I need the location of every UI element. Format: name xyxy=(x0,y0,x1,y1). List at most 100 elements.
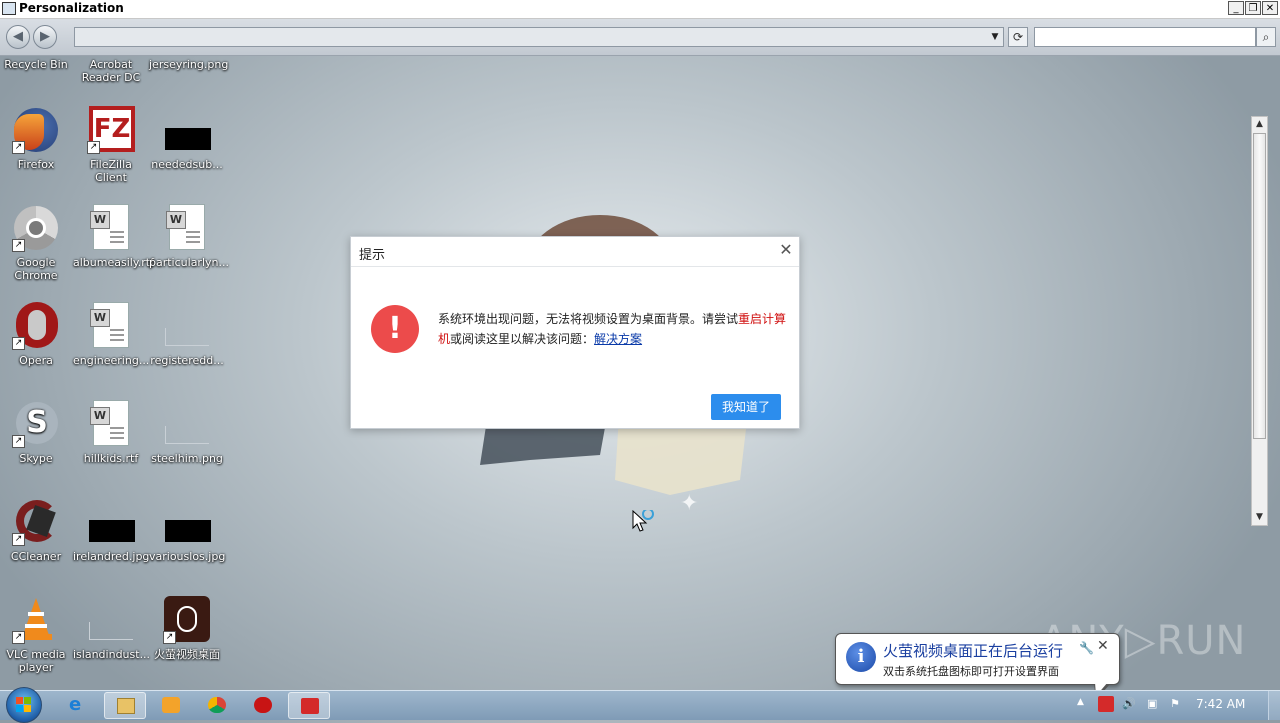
tray-firefly-icon[interactable] xyxy=(1098,696,1114,712)
skype-icon: S ↗ xyxy=(12,400,60,448)
image-file-icon xyxy=(87,498,135,546)
action-center-flag-icon[interactable]: ⚑ xyxy=(1170,697,1180,710)
restore-button[interactable]: ❐ xyxy=(1245,1,1261,15)
desktop-icon-label: Google Chrome xyxy=(14,256,58,282)
refresh-button[interactable]: ⟳ xyxy=(1008,27,1028,47)
address-dropdown-button[interactable]: ▼ xyxy=(988,27,1002,47)
desktop-icon-recycle-bin[interactable]: Recycle Bin xyxy=(0,58,74,71)
taskbar-item-opera[interactable] xyxy=(242,692,284,719)
word-doc-icon: W xyxy=(87,302,135,350)
mouse-cursor-icon xyxy=(632,510,654,532)
taskbar-item-explorer[interactable] xyxy=(104,692,146,719)
ok-button[interactable]: 我知道了 xyxy=(711,394,781,420)
desktop-icon-label: CCleaner xyxy=(10,550,62,563)
desktop-icon-ccleaner[interactable]: ↗ CCleaner xyxy=(0,498,74,563)
taskbar-item-firefly[interactable] xyxy=(288,692,330,719)
shortcut-arrow-icon: ↗ xyxy=(12,337,25,350)
forward-button[interactable]: ▶ xyxy=(33,25,57,49)
desktop-icon-opera[interactable]: ↗ Opera xyxy=(0,302,74,367)
word-doc-icon: W xyxy=(87,400,135,448)
desktop-icon-label: neededsub... xyxy=(151,158,223,171)
scroll-down-arrow-icon[interactable]: ▼ xyxy=(1252,510,1267,525)
filezilla-icon: FZ ↗ xyxy=(87,106,135,154)
scrollbar-thumb[interactable] xyxy=(1253,133,1266,439)
taskbar-item-chrome[interactable] xyxy=(196,692,238,719)
show-desktop-button[interactable] xyxy=(1268,691,1280,720)
desktop-icon-hillkids[interactable]: W hillkids.rtf xyxy=(73,400,149,465)
minimize-button[interactable]: _ xyxy=(1228,1,1244,15)
shortcut-arrow-icon: ↗ xyxy=(163,631,176,644)
scroll-up-arrow-icon[interactable]: ▲ xyxy=(1252,117,1267,132)
window-titlebar: Personalization _ ❐ ✕ xyxy=(0,0,1280,19)
dialog-message-text-2: 或阅读这里以解决该问题： xyxy=(450,332,595,346)
desktop-icon-albumeasily[interactable]: W albumeasily.rtf xyxy=(73,204,154,269)
image-file-icon xyxy=(163,106,211,154)
balloon-text: 双击系统托盘图标即可打开设置界面 xyxy=(883,665,1059,678)
chrome-icon xyxy=(208,697,226,713)
desktop-icon-label: Firefox xyxy=(17,158,55,171)
back-button[interactable]: ◀ xyxy=(6,25,30,49)
search-input[interactable] xyxy=(1034,27,1256,47)
desktop-icon-vlc[interactable]: ↗ VLC media player xyxy=(0,596,74,674)
opera-icon: ↗ xyxy=(12,302,60,350)
desktop-icon-firefly[interactable]: ↗ 火萤视频桌面 xyxy=(149,596,225,661)
desktop-icon-variouslos[interactable]: variouslos.jpg xyxy=(149,498,225,563)
balloon-title: 火萤视频桌面正在后台运行 xyxy=(883,642,1064,660)
notification-balloon[interactable]: i 火萤视频桌面正在后台运行 双击系统托盘图标即可打开设置界面 🔧 ✕ xyxy=(835,633,1120,700)
desktop-icon-label: particularlyn... xyxy=(149,256,229,269)
close-button[interactable]: ✕ xyxy=(1262,1,1278,15)
desktop-icon-label: hillkids.rtf xyxy=(83,452,139,465)
firefox-icon: ↗ xyxy=(12,106,60,154)
desktop-icon-acrobat[interactable]: Acrobat Reader DC xyxy=(73,58,149,84)
taskbar-item-media-player[interactable] xyxy=(150,692,192,719)
volume-icon[interactable]: 🔊 xyxy=(1122,697,1136,710)
network-icon[interactable]: ▣ xyxy=(1147,697,1157,710)
desktop-icon-label: 火萤视频桌面 xyxy=(154,648,220,661)
start-button[interactable] xyxy=(6,687,42,723)
desktop-icon-jerseyring[interactable]: jerseyring.png xyxy=(149,58,228,71)
address-toolbar: ◀ ▶ ▼ ⟳ ⌕ xyxy=(0,19,1280,56)
dialog-message-text: 系统环境出现问题，无法将视频设置为桌面背景。请尝试 xyxy=(438,312,739,326)
balloon-close-icon[interactable]: ✕ xyxy=(1097,638,1109,654)
firefly-icon: ↗ xyxy=(163,596,211,644)
desktop-icon-label: Skype xyxy=(19,452,53,465)
desktop-icon-skype[interactable]: S ↗ Skype xyxy=(0,400,74,465)
desktop-icon-label: Opera xyxy=(19,354,53,367)
ccleaner-icon: ↗ xyxy=(12,498,60,546)
desktop-icon-steelhim[interactable]: steelhim.png xyxy=(149,400,225,465)
desktop-icon-label: irelandred.jpg xyxy=(73,550,150,563)
search-button[interactable]: ⌕ xyxy=(1256,27,1276,47)
desktop-icon-label: albumeasily.rtf xyxy=(73,256,154,269)
tray-expand-arrow-icon[interactable]: ▲ xyxy=(1077,697,1084,707)
wrench-icon[interactable]: 🔧 xyxy=(1079,641,1094,655)
desktop-icon-registeredd[interactable]: registeredd... xyxy=(149,302,225,367)
shortcut-arrow-icon: ↗ xyxy=(12,533,25,546)
solution-link[interactable]: 解决方案 xyxy=(594,332,642,346)
vertical-scrollbar[interactable]: ▲ ▼ xyxy=(1251,116,1268,526)
desktop-icon-neededsub[interactable]: neededsub... xyxy=(149,106,225,171)
desktop-icon-label: registeredd... xyxy=(150,354,224,367)
desktop-icon-islandindust[interactable]: islandindust... xyxy=(73,596,150,661)
address-input[interactable] xyxy=(74,27,1004,47)
firefly-icon xyxy=(301,698,319,714)
desktop-icon-particularlyn[interactable]: W particularlyn... xyxy=(149,204,229,269)
dialog-close-icon[interactable]: ✕ xyxy=(777,241,795,259)
taskbar: e ▲ 🔊 ▣ ⚑ 7:42 AM xyxy=(0,687,1280,723)
desktop-icon-filezilla[interactable]: FZ ↗ FileZilla Client xyxy=(73,106,149,184)
media-player-icon xyxy=(162,697,180,713)
alert-dialog: 提示 ✕ ! 系统环境出现问题，无法将视频设置为桌面背景。请尝试重启计算机或阅读… xyxy=(350,236,800,429)
desktop-icon-irelandred[interactable]: irelandred.jpg xyxy=(73,498,149,563)
shortcut-arrow-icon: ↗ xyxy=(12,141,25,154)
dialog-title: 提示 xyxy=(359,248,386,263)
taskbar-clock[interactable]: 7:42 AM xyxy=(1196,697,1245,711)
desktop-icon-label: FileZilla Client xyxy=(90,158,132,184)
image-file-icon xyxy=(163,498,211,546)
desktop-icon-label: VLC media player xyxy=(6,648,66,674)
desktop-icon-label: Recycle Bin xyxy=(4,58,68,71)
desktop-icon-engineering[interactable]: W engineering... xyxy=(73,302,149,367)
word-doc-icon: W xyxy=(163,204,211,252)
desktop-icon-chrome[interactable]: ↗ Google Chrome xyxy=(0,204,74,282)
desktop-icon-firefox[interactable]: ↗ Firefox xyxy=(0,106,74,171)
windows-logo-icon xyxy=(16,697,32,713)
taskbar-item-ie[interactable]: e xyxy=(57,692,99,719)
